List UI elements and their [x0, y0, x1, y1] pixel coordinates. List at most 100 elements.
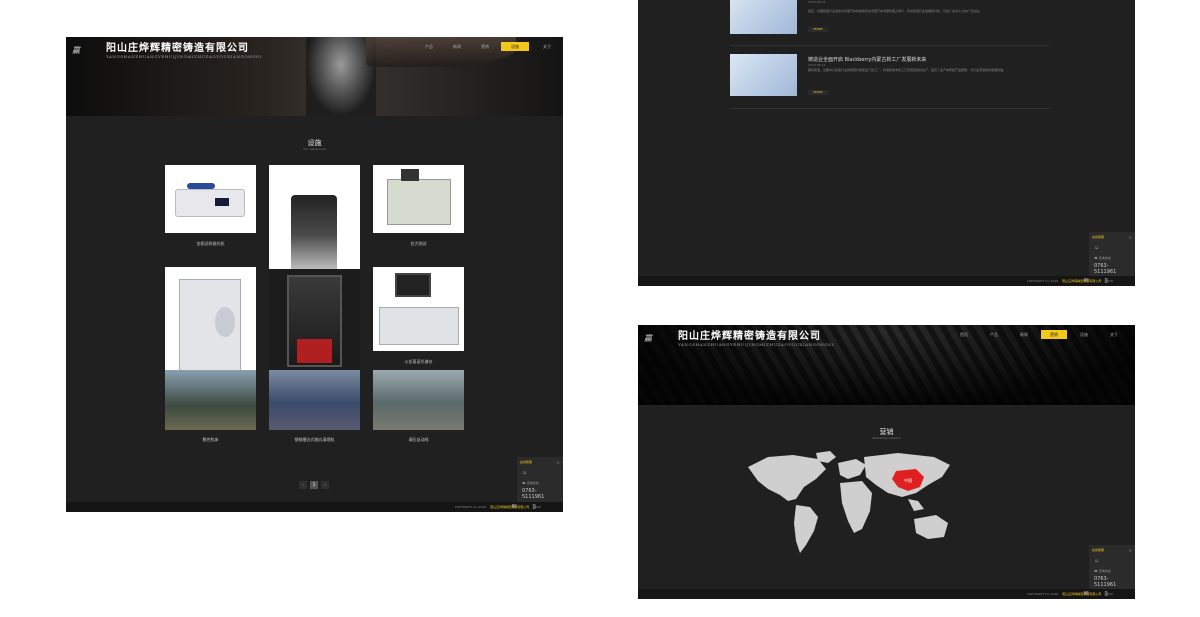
brand-name: 阳山庄烨辉精密铸造有限公司 — [678, 330, 821, 342]
wechat-icon[interactable]: ✉ — [511, 503, 517, 511]
world-map: 中国 — [748, 451, 950, 553]
nav-about[interactable]: 关于 — [533, 42, 561, 51]
site-footer: COPYRIGHT (C) 2018 阳山庄烨辉精密铸造有限公司 粤ICP — [66, 502, 563, 512]
copyright: COPYRIGHT (C) 2018 — [454, 505, 487, 509]
mobile-icon[interactable]: ▯ — [1103, 277, 1109, 285]
phone-number: 0763-5111961 — [522, 488, 545, 500]
brand-name-en: YANGSHANZHUANGYEHUIJINGMIZHUZAOYOUXIANGO… — [678, 341, 834, 347]
site-header: 赢 阳山庄烨辉精密铸造有限公司 YANGSHANZHUANGYEHUIJINGM… — [66, 37, 563, 64]
more-button[interactable]: MORE — [808, 90, 828, 95]
continent-europe — [838, 459, 866, 479]
continent-north-america — [748, 455, 826, 501]
pagination: ‹ 1 › — [299, 481, 329, 489]
product-card[interactable] — [165, 370, 256, 430]
news-date: 2018-08-12 — [808, 0, 826, 4]
brand-name: 阳山庄烨辉精密铸造有限公司 — [106, 42, 249, 54]
product-caption[interactable]: 数控机床 — [165, 437, 256, 443]
continent-south-america — [794, 505, 818, 553]
microscope-image — [291, 195, 337, 275]
online-service-panel: 在线客服 × ☺ ☎ 咨询热线 0763-5111961 — [517, 457, 563, 502]
product-caption[interactable]: 火花直读光谱仪 — [373, 359, 464, 365]
continent-southeast-asia — [908, 499, 924, 511]
phone-label: ☎ 咨询热线 — [1094, 256, 1111, 260]
news-excerpt: 黑莓铸造，近期中心铸造行业的转型升级建设了新工厂，利用新技术新工艺实现自动化生产… — [808, 68, 1007, 72]
divider — [730, 108, 1050, 109]
news-title[interactable]: 铸造业全面开启 Blackberry内蒙古新工厂发展新未来 — [808, 56, 926, 63]
product-card[interactable] — [373, 267, 464, 351]
news-item[interactable]: 2018-08-12 最近，中国铸造行业协会与中国汽车协会携手在中国汽车零部件展… — [730, 0, 1050, 42]
copyright: COPYRIGHT (C) 2018 — [1026, 279, 1059, 283]
brand-name-en: YANGSHANZHUANGYEHUIJINGMIZHUZAOYOUXIANGO… — [106, 53, 262, 59]
news-excerpt: 最近，中国铸造行业协会与中国汽车协会携手在中国汽车零部件展上举行，有关铸造行业发… — [808, 9, 983, 13]
qq-icon[interactable]: ☺ — [1089, 555, 1135, 567]
brand: 阳山庄烨辉精密铸造有限公司 YANGSHANZHUANGYEHUIJINGMIZ… — [106, 43, 262, 59]
nav-facilities[interactable]: 设施 — [501, 42, 529, 51]
nav-facilities[interactable]: 设施 — [1071, 330, 1097, 339]
phone-number: 0763-5111961 — [1094, 576, 1117, 588]
screenshot-news: 2018-08-12 最近，中国铸造行业协会与中国汽车协会携手在中国汽车零部件展… — [638, 0, 1135, 286]
section-subtitle: Our equipment — [303, 147, 326, 151]
pager-prev[interactable]: ‹ — [299, 481, 307, 489]
phone-label: ☎ 咨询热线 — [1094, 569, 1111, 573]
nav-news[interactable]: 新闻 — [445, 42, 469, 51]
company-logo[interactable]: 赢 — [644, 331, 670, 347]
continent-africa — [840, 481, 872, 533]
phone-number: 0763-5111961 — [1094, 263, 1117, 275]
phone-label: ☎ 咨询热线 — [522, 481, 539, 485]
nav-marketing[interactable]: 营销 — [1041, 330, 1067, 339]
online-service-panel: 在线客服 × ☺ ☎ 咨询热线 0763-5111961 — [1089, 232, 1135, 276]
news-date: 2018-08-12 — [808, 63, 826, 67]
tensile-tester-image — [387, 179, 451, 225]
service-title: 在线客服 — [1092, 235, 1105, 239]
nav-news[interactable]: 新闻 — [1011, 330, 1037, 339]
news-thumbnail — [730, 0, 797, 34]
close-icon[interactable]: × — [1129, 548, 1132, 553]
product-caption[interactable]: 钢铁磨边式抛丸清理机 — [269, 437, 360, 443]
product-caption[interactable]: 金相试样抛光机 — [165, 241, 256, 247]
screenshot-facilities: 赢 阳山庄烨辉精密铸造有限公司 YANGSHANZHUANGYEHUIJINGM… — [66, 37, 563, 512]
brand: 阳山庄烨辉精密铸造有限公司 YANGSHANZHUANGYEHUIJINGMIZ… — [678, 331, 834, 347]
more-button[interactable]: MORE — [808, 27, 828, 32]
copyright: COPYRIGHT (C) 2018 — [1026, 592, 1059, 596]
product-card[interactable] — [269, 370, 360, 430]
main-nav: 产品 新闻 营销 设施 关于 — [417, 42, 561, 51]
spectrometer-image — [395, 273, 431, 297]
china-label: 中国 — [904, 477, 912, 483]
nav-products[interactable]: 产品 — [417, 42, 441, 51]
online-service-panel: 在线客服 × ☺ ☎ 咨询热线 0763-5111961 — [1089, 545, 1135, 589]
nav-about[interactable]: 关于 — [1101, 330, 1127, 339]
product-card[interactable] — [165, 165, 256, 233]
pager-page-1[interactable]: 1 — [310, 481, 318, 489]
product-card[interactable] — [165, 267, 256, 377]
site-header: 赢 阳山庄烨辉精密铸造有限公司 YANGSHANZHUANGYEHUIJINGM… — [638, 325, 1135, 352]
nav-products[interactable]: 产品 — [981, 330, 1007, 339]
wechat-icon[interactable]: ✉ — [1083, 590, 1089, 598]
company-logo[interactable]: 赢 — [72, 43, 98, 59]
screenshot-marketing: 赢 阳山庄烨辉精密铸造有限公司 YANGSHANZHUANGYEHUIJINGM… — [638, 325, 1135, 599]
polisher-image — [175, 189, 245, 217]
nav-home[interactable]: 首页 — [951, 330, 977, 339]
qq-icon[interactable]: ☺ — [517, 467, 563, 479]
continent-australia — [914, 515, 948, 539]
close-icon[interactable]: × — [557, 460, 560, 465]
wechat-icon[interactable]: ✉ — [1083, 277, 1089, 285]
divider — [730, 45, 1050, 46]
qq-icon[interactable]: ☺ — [1089, 242, 1135, 254]
news-item[interactable]: 铸造业全面开启 Blackberry内蒙古新工厂发展新未来 2018-08-12… — [730, 54, 1050, 104]
section-subtitle: Marketing network — [872, 436, 901, 440]
site-footer: COPYRIGHT (C) 2018 阳山庄烨辉精密铸造有限公司 粤ICP — [638, 589, 1135, 599]
product-card[interactable] — [269, 269, 360, 374]
product-card[interactable] — [373, 370, 464, 430]
product-card[interactable] — [373, 165, 464, 233]
product-caption[interactable]: 拉力测试 — [373, 241, 464, 247]
service-title: 在线客服 — [1092, 548, 1105, 552]
service-title: 在线客服 — [520, 460, 533, 464]
mobile-icon[interactable]: ▯ — [531, 503, 537, 511]
pager-next[interactable]: › — [321, 481, 329, 489]
main-nav: 首页 产品 新闻 营销 设施 关于 — [951, 330, 1127, 339]
nav-marketing[interactable]: 营销 — [473, 42, 497, 51]
mobile-icon[interactable]: ▯ — [1103, 590, 1109, 598]
close-icon[interactable]: × — [1129, 235, 1132, 240]
site-footer: COPYRIGHT (C) 2018 阳山庄烨辉精密铸造有限公司 粤ICP — [638, 276, 1135, 286]
product-caption[interactable]: 调压自动线 — [373, 437, 464, 443]
